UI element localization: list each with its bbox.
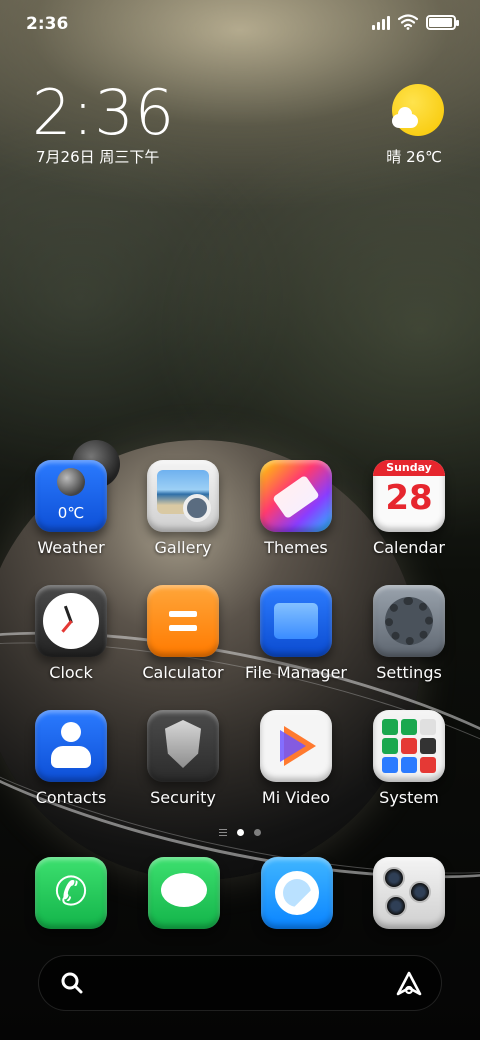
app-file-manager[interactable]: File Manager [241,585,351,682]
app-settings[interactable]: Settings [354,585,464,682]
weather-icon-temp: 0℃ [57,504,85,522]
clock-widget-time[interactable]: 2:36 [32,76,175,149]
search-bar[interactable] [38,955,442,1011]
status-bar: 2:36 [0,0,480,50]
messages-icon[interactable] [148,857,220,929]
gear-icon [373,585,445,657]
search-icon[interactable] [61,972,83,994]
app-label: Clock [49,663,93,682]
calendar-icon-day: 28 [385,478,433,518]
weather-widget-text[interactable]: 晴 26℃ [386,146,442,167]
camera-icon[interactable] [373,857,445,929]
themes-icon [260,460,332,532]
page-indicator[interactable] [0,829,480,836]
page-dot[interactable] [254,829,261,836]
app-label: Gallery [154,538,212,557]
gallery-icon [147,460,219,532]
app-weather[interactable]: 0℃ Weather [16,460,126,557]
app-clock[interactable]: Clock [16,585,126,682]
page-dot-active[interactable] [237,829,244,836]
shield-icon [147,710,219,782]
app-mi-video[interactable]: Mi Video [241,710,351,807]
browser-icon[interactable] [261,857,333,929]
app-label: System [379,788,439,807]
app-label: Weather [37,538,105,557]
app-label: Settings [376,663,442,682]
status-icons [372,14,459,30]
signal-icon [372,14,390,30]
folder-icon [260,585,332,657]
app-contacts[interactable]: Contacts [16,710,126,807]
calendar-icon: Sunday 28 [373,460,445,532]
assistant-icon[interactable] [395,970,423,998]
clock-widget-date[interactable]: 7月26日 周三下午 [36,146,159,167]
clock-icon [35,585,107,657]
phone-icon[interactable]: ✆ [35,857,107,929]
app-label: Security [150,788,216,807]
app-calculator[interactable]: Calculator [128,585,238,682]
cloud-icon [392,107,418,128]
app-label: Calculator [142,663,224,682]
weather-icon: 0℃ [35,460,107,532]
battery-icon [426,14,459,30]
contacts-icon [35,710,107,782]
app-label: Contacts [35,788,107,807]
app-themes[interactable]: Themes [241,460,351,557]
app-label: Mi Video [261,788,331,807]
app-label: Calendar [373,538,445,557]
calendar-icon-weekday: Sunday [373,460,445,476]
status-time: 2:36 [26,14,69,34]
system-folder-icon [373,710,445,782]
app-calendar[interactable]: Sunday 28 Calendar [354,460,464,557]
calculator-icon [147,585,219,657]
wifi-icon [398,14,418,30]
app-drawer-indicator-icon[interactable] [219,829,227,836]
app-system-folder[interactable]: System [354,710,464,807]
app-security[interactable]: Security [128,710,238,807]
play-icon [260,710,332,782]
app-label: Themes [264,538,328,557]
app-label: File Manager [245,663,347,682]
app-gallery[interactable]: Gallery [128,460,238,557]
